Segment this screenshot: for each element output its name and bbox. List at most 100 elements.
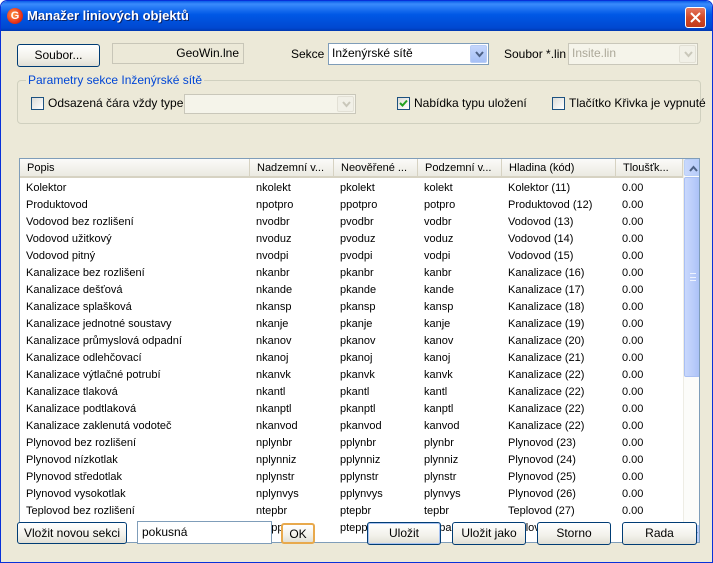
cell-tloustka[interactable]: 0.00 xyxy=(616,452,683,469)
table-row[interactable]: Kanalizace tlaková nkantl pkantl kantl Kanal… xyxy=(20,384,683,401)
cell-podzemni[interactable]: voduz xyxy=(418,231,502,248)
cell-nadzemni[interactable]: nvoduz xyxy=(250,231,334,248)
scroll-up-button[interactable] xyxy=(684,159,699,176)
cell-neoverene[interactable]: pkanptl xyxy=(334,401,418,418)
cell-podzemni[interactable]: vodpi xyxy=(418,248,502,265)
cell-hladina[interactable]: Kanalizace (20) xyxy=(502,333,616,350)
cell-hladina[interactable]: Kanalizace (19) xyxy=(502,316,616,333)
sekce-dropdown-button[interactable] xyxy=(470,45,487,63)
cell-podzemni[interactable]: plynniz xyxy=(418,452,502,469)
cell-tloustka[interactable]: 0.00 xyxy=(616,299,683,316)
cell-hladina[interactable]: Kanalizace (22) xyxy=(502,367,616,384)
cell-popis[interactable]: Kanalizace zaklenutá vodoteč xyxy=(20,418,250,435)
cell-popis[interactable]: Kolektor xyxy=(20,180,250,197)
cell-nadzemni[interactable]: nkanbr xyxy=(250,265,334,282)
table-row[interactable]: Plynovod bez rozlišení nplynbr pplynbr plyn… xyxy=(20,435,683,452)
cell-tloustka[interactable]: 0.00 xyxy=(616,384,683,401)
cell-popis[interactable]: Produktovod xyxy=(20,197,250,214)
cell-podzemni[interactable]: kanptl xyxy=(418,401,502,418)
table-row[interactable]: Kanalizace splašková nkansp pkansp kansp Kan… xyxy=(20,299,683,316)
sekce-combo[interactable]: Inženýrské sítě xyxy=(328,43,489,65)
ulozit-button[interactable]: Uložit xyxy=(367,522,441,545)
cell-neoverene[interactable]: pkanje xyxy=(334,316,418,333)
table-row[interactable]: Vodovod užitkový nvoduz pvoduz voduz Vodovod… xyxy=(20,231,683,248)
cell-podzemni[interactable]: kolekt xyxy=(418,180,502,197)
cell-tloustka[interactable]: 0.00 xyxy=(616,435,683,452)
cell-tloustka[interactable]: 0.00 xyxy=(616,180,683,197)
soubor-lin-dropdown-button[interactable] xyxy=(679,45,696,63)
soubor-lin-combo[interactable]: Insite.lin xyxy=(568,43,698,65)
table-row[interactable]: Kanalizace podtlaková nkanptl pkanptl kanpt… xyxy=(20,401,683,418)
scroll-thumb[interactable] xyxy=(684,177,699,377)
odsazena-checkbox[interactable] xyxy=(31,97,44,110)
cell-nadzemni[interactable]: nkansp xyxy=(250,299,334,316)
cell-nadzemni[interactable]: nkanptl xyxy=(250,401,334,418)
cell-podzemni[interactable]: kande xyxy=(418,282,502,299)
cell-nadzemni[interactable]: ntepbr xyxy=(250,503,334,520)
cell-nadzemni[interactable]: nkanje xyxy=(250,316,334,333)
table-row[interactable]: Kanalizace zaklenutá vodoteč nkanvod pkanv… xyxy=(20,418,683,435)
cell-neoverene[interactable]: ppotpro xyxy=(334,197,418,214)
cell-neoverene[interactable]: pkansp xyxy=(334,299,418,316)
cell-popis[interactable]: Kanalizace odlehčovací xyxy=(20,350,250,367)
cell-hladina[interactable]: Kanalizace (17) xyxy=(502,282,616,299)
cell-nadzemni[interactable]: nkanoj xyxy=(250,350,334,367)
ulozit-jako-button[interactable]: Uložit jako xyxy=(452,522,526,545)
cell-hladina[interactable]: Kanalizace (21) xyxy=(502,350,616,367)
cell-podzemni[interactable]: plynvys xyxy=(418,486,502,503)
objects-grid[interactable]: Popis Nadzemní v... Neověřené ... Podzem… xyxy=(19,158,700,543)
table-row[interactable]: Plynovod vysokotlak nplynvys pplynvys plynv… xyxy=(20,486,683,503)
table-row[interactable]: Kanalizace výtlačné potrubí nkanvk pkanvk k… xyxy=(20,367,683,384)
cell-popis[interactable]: Plynovod vysokotlak xyxy=(20,486,250,503)
cell-hladina[interactable]: Kolektor (11) xyxy=(502,180,616,197)
cell-popis[interactable]: Kanalizace jednotné soustavy xyxy=(20,316,250,333)
cell-popis[interactable]: Plynovod nízkotlak xyxy=(20,452,250,469)
table-row[interactable]: Kanalizace bez rozlišení nkanbr pkanbr kanb… xyxy=(20,265,683,282)
cell-hladina[interactable]: Kanalizace (22) xyxy=(502,418,616,435)
cell-hladina[interactable]: Plynovod (25) xyxy=(502,469,616,486)
ok-button[interactable]: OK xyxy=(281,523,315,544)
cell-podzemni[interactable]: kantl xyxy=(418,384,502,401)
cell-tloustka[interactable]: 0.00 xyxy=(616,197,683,214)
cell-popis[interactable]: Kanalizace tlaková xyxy=(20,384,250,401)
cell-neoverene[interactable]: pkanvod xyxy=(334,418,418,435)
table-row[interactable]: Plynovod nízkotlak nplynniz pplynniz plynni… xyxy=(20,452,683,469)
cell-nadzemni[interactable]: nkantl xyxy=(250,384,334,401)
cell-tloustka[interactable]: 0.00 xyxy=(616,214,683,231)
app-icon[interactable]: G xyxy=(7,8,23,24)
column-header-neoverene[interactable]: Neověřené ... xyxy=(334,159,418,178)
cell-nadzemni[interactable]: npotpro xyxy=(250,197,334,214)
table-row[interactable]: Plynovod středotlak nplynstr pplynstr plyns… xyxy=(20,469,683,486)
cell-nadzemni[interactable]: nkande xyxy=(250,282,334,299)
cell-podzemni[interactable]: plynbr xyxy=(418,435,502,452)
cell-popis[interactable]: Kanalizace splašková xyxy=(20,299,250,316)
cell-nadzemni[interactable]: nplynbr xyxy=(250,435,334,452)
cell-hladina[interactable]: Vodovod (14) xyxy=(502,231,616,248)
cell-tloustka[interactable]: 0.00 xyxy=(616,282,683,299)
cell-neoverene[interactable]: pkolekt xyxy=(334,180,418,197)
cell-hladina[interactable]: Vodovod (15) xyxy=(502,248,616,265)
cell-neoverene[interactable]: pvodbr xyxy=(334,214,418,231)
cell-neoverene[interactable]: pplynniz xyxy=(334,452,418,469)
cell-hladina[interactable]: Kanalizace (16) xyxy=(502,265,616,282)
column-header-popis[interactable]: Popis xyxy=(20,159,250,178)
cell-neoverene[interactable]: pplynstr xyxy=(334,469,418,486)
cell-neoverene[interactable]: pkande xyxy=(334,282,418,299)
cell-popis[interactable]: Teplovod bez rozlišení xyxy=(20,503,250,520)
cell-hladina[interactable]: Plynovod (26) xyxy=(502,486,616,503)
cell-popis[interactable]: Vodovod užitkový xyxy=(20,231,250,248)
cell-neoverene[interactable]: pkantl xyxy=(334,384,418,401)
cell-hladina[interactable]: Kanalizace (18) xyxy=(502,299,616,316)
cell-neoverene[interactable]: pkanvk xyxy=(334,367,418,384)
cell-hladina[interactable]: Produktovod (12) xyxy=(502,197,616,214)
cell-popis[interactable]: Plynovod středotlak xyxy=(20,469,250,486)
table-row[interactable]: Teplovod bez rozlišení ntepbr ptepbr tepbr T… xyxy=(20,503,683,520)
cell-podzemni[interactable]: plynstr xyxy=(418,469,502,486)
table-row[interactable]: Kanalizace odlehčovací nkanoj pkanoj kanoj K… xyxy=(20,350,683,367)
column-header-podzemni[interactable]: Podzemní v... xyxy=(418,159,502,178)
cell-podzemni[interactable]: vodbr xyxy=(418,214,502,231)
cell-tloustka[interactable]: 0.00 xyxy=(616,333,683,350)
title-bar[interactable]: G Manažer liniových objektů xyxy=(1,1,712,31)
odsazena-dropdown-button[interactable] xyxy=(337,96,354,112)
cell-tloustka[interactable]: 0.00 xyxy=(616,367,683,384)
